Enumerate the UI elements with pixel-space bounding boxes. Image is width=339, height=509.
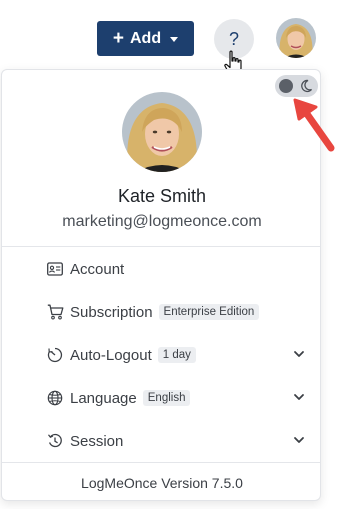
help-label: ?: [228, 28, 239, 49]
add-button-label: Add: [130, 29, 162, 47]
cart-icon: [46, 303, 64, 321]
annotation-arrow-icon: [293, 98, 335, 152]
menu-item-account[interactable]: Account: [46, 254, 311, 284]
user-email: marketing@logmeonce.com: [62, 213, 262, 230]
add-button[interactable]: + Add: [97, 21, 194, 56]
avatar-photo: [276, 18, 316, 58]
plus-icon: +: [112, 28, 124, 49]
plan-badge: Enterprise Edition: [158, 304, 260, 320]
timer-icon: [46, 346, 64, 364]
user-avatar-button[interactable]: [276, 18, 316, 58]
menu-item-auto-logout[interactable]: Auto-Logout 1 day: [46, 340, 311, 370]
user-name: Kate Smith: [117, 186, 207, 206]
menu-item-language[interactable]: Language English: [46, 383, 311, 413]
divider: [2, 246, 320, 247]
menu-item-session[interactable]: Session: [46, 426, 311, 456]
toggle-knob: [279, 79, 293, 93]
duration-badge: 1 day: [157, 347, 196, 363]
id-card-icon: [46, 260, 64, 278]
caret-down-icon: [170, 37, 179, 42]
chevron-down-icon: [294, 351, 304, 357]
divider: [2, 462, 320, 463]
avatar-photo: [122, 92, 202, 172]
version-text: LogMeOnce Version 7.5.0: [81, 475, 243, 491]
menu-item-label: Account: [70, 260, 125, 278]
chevron-down-icon: [294, 394, 304, 400]
language-badge: English: [142, 390, 191, 406]
moon-icon: [301, 79, 312, 93]
globe-icon: [46, 389, 64, 407]
history-icon: [46, 432, 64, 450]
menu-item-label: Session: [70, 432, 124, 450]
menu-item-label: Auto-Logout: [70, 346, 152, 364]
profile-dropdown: Kate Smith marketing@logmeonce.com Accou…: [1, 69, 321, 501]
menu-item-subscription[interactable]: Subscription Enterprise Edition: [46, 297, 311, 327]
profile-avatar: [122, 92, 202, 172]
menu-item-label: Language: [70, 389, 137, 407]
chevron-down-icon: [294, 437, 304, 443]
menu-item-label: Subscription: [70, 303, 153, 321]
top-bar: + Add ?: [0, 0, 339, 76]
